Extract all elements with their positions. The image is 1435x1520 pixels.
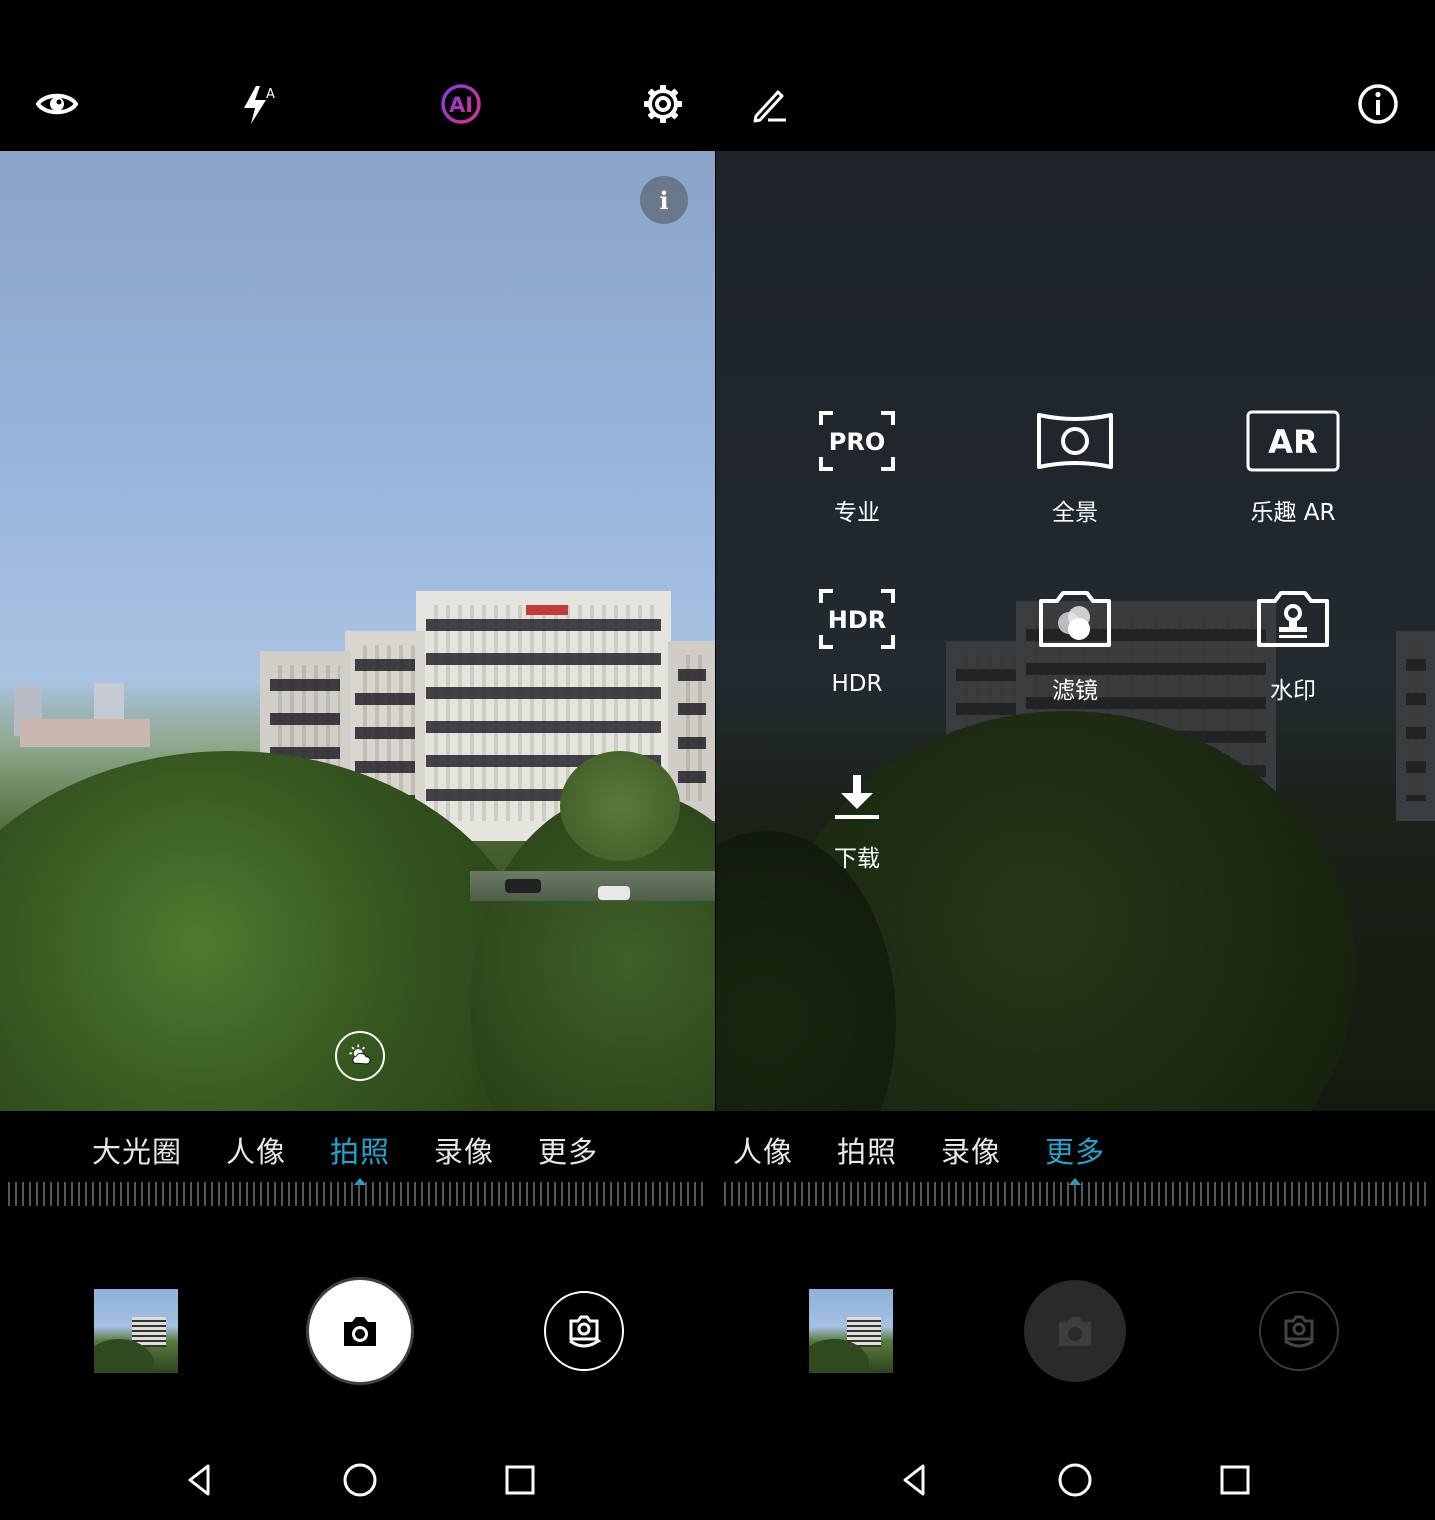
recents-square-icon (1220, 1465, 1250, 1495)
mode-more[interactable]: 更多 (538, 1129, 598, 1171)
more-item-pro[interactable]: PRO 专业 (777, 403, 937, 527)
office-building-right (1396, 631, 1435, 821)
parked-car (505, 879, 541, 893)
more-item-label: 滤镜 (1052, 678, 1098, 704)
tree-foliage (560, 751, 680, 861)
recents-square-icon (505, 1465, 535, 1495)
back-triangle-icon (188, 1464, 210, 1496)
more-item-label: 水印 (1270, 678, 1316, 704)
home-circle-icon (343, 1463, 377, 1497)
settings-gear-icon[interactable] (641, 82, 685, 126)
mode-selector[interactable]: 人像 拍照 录像 更多 (716, 1111, 1435, 1185)
camera-photo-screen: A AI i 大光圈 人像 拍照 录像 更多 (0, 0, 715, 1520)
info-circle-icon[interactable] (1356, 82, 1400, 126)
info-glyph: i (659, 185, 669, 215)
more-item-ar[interactable]: AR 乐趣 AR (1213, 403, 1373, 527)
flash-mode-label: A (266, 87, 275, 102)
pro-icon: PRO (819, 411, 895, 471)
top-toolbar: A AI (0, 0, 715, 151)
mode-scroll-ruler[interactable] (8, 1182, 707, 1206)
camera-viewfinder[interactable] (0, 151, 715, 1111)
mode-photo[interactable]: 拍照 (330, 1129, 390, 1185)
pro-icon-text: PRO (829, 428, 885, 456)
nav-home-button[interactable] (1050, 1455, 1100, 1505)
mode-photo[interactable]: 拍照 (837, 1129, 897, 1171)
eye-icon[interactable] (35, 82, 79, 126)
mode-portrait[interactable]: 人像 (226, 1129, 286, 1171)
nav-back-button[interactable] (890, 1455, 940, 1505)
camera-icon (344, 1317, 376, 1346)
camera-more-screen: PRO 专业 全景 AR 乐趣 AR HDR HDR 滤镜 水印 下载 人像 拍… (716, 0, 1435, 1520)
hdr-icon-text: HDR (828, 606, 887, 634)
more-item-label: 全景 (1052, 500, 1098, 526)
ar-icon: AR (1246, 410, 1340, 472)
nav-back-button[interactable] (175, 1455, 225, 1505)
shutter-button[interactable] (309, 1280, 411, 1382)
mode-more[interactable]: 更多 (1045, 1129, 1105, 1185)
mode-scroll-ruler[interactable] (724, 1182, 1427, 1206)
more-item-panorama[interactable]: 全景 (995, 403, 1155, 527)
home-circle-icon (1058, 1463, 1092, 1497)
back-triangle-icon (903, 1464, 925, 1496)
panorama-icon (1037, 413, 1113, 469)
nav-home-button[interactable] (335, 1455, 385, 1505)
gallery-thumbnail[interactable] (94, 1289, 178, 1373)
gallery-thumbnail[interactable] (809, 1289, 893, 1373)
mode-video[interactable]: 录像 (434, 1129, 494, 1171)
switch-camera-icon (569, 1315, 602, 1348)
ai-scene-icon[interactable]: AI (439, 82, 483, 126)
watermark-icon (1257, 591, 1329, 647)
cloudy-sun-icon (349, 1044, 371, 1065)
nav-recents-button[interactable] (1210, 1455, 1260, 1505)
more-item-label: 下载 (834, 846, 880, 872)
mode-aperture[interactable]: 大光圈 (92, 1129, 182, 1171)
camera-icon (1059, 1317, 1091, 1346)
download-icon (835, 775, 879, 819)
more-item-label: 乐趣 AR (1250, 500, 1336, 526)
shutter-button-disabled (1024, 1280, 1126, 1382)
edit-pencil-icon[interactable] (748, 82, 792, 126)
switch-camera-icon (1284, 1315, 1314, 1348)
distant-building (20, 719, 150, 747)
building-sign (526, 605, 568, 615)
mode-video[interactable]: 录像 (941, 1129, 1001, 1171)
more-item-filter[interactable]: 滤镜 (995, 581, 1155, 705)
more-item-label: 专业 (834, 500, 880, 526)
switch-camera-button[interactable] (544, 1291, 624, 1371)
parked-car (598, 886, 630, 900)
scene-recognition-badge[interactable] (335, 1031, 385, 1081)
ai-label: AI (449, 93, 473, 117)
hdr-icon: HDR (819, 589, 895, 649)
switch-camera-button-disabled (1259, 1291, 1339, 1371)
ar-icon-text: AR (1268, 423, 1317, 461)
viewfinder-info-button[interactable]: i (640, 176, 688, 224)
flash-auto-icon[interactable]: A (236, 82, 280, 126)
more-item-hdr[interactable]: HDR HDR (777, 581, 937, 697)
mode-selector[interactable]: 大光圈 人像 拍照 录像 更多 (0, 1111, 715, 1185)
mode-portrait[interactable]: 人像 (733, 1129, 793, 1171)
top-toolbar (716, 0, 1435, 151)
more-item-watermark[interactable]: 水印 (1213, 581, 1373, 705)
more-item-download[interactable]: 下载 (777, 749, 937, 873)
nav-recents-button[interactable] (495, 1455, 545, 1505)
more-item-label: HDR (831, 671, 883, 697)
filter-icon (1039, 591, 1111, 647)
